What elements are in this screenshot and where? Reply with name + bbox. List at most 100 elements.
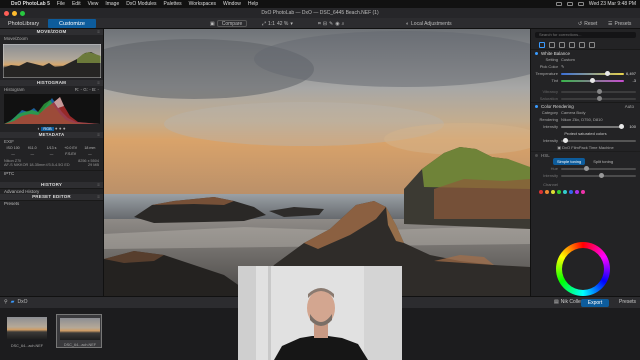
- simple-toning-button[interactable]: Simple toning: [553, 158, 586, 165]
- toolbar-presets-button[interactable]: ☰ Presets: [608, 20, 631, 27]
- filmstrip-thumb[interactable]: DSC_64...ach.NEF: [4, 314, 50, 348]
- intensity-slider-knob[interactable]: [618, 124, 624, 129]
- tint-value[interactable]: -3: [624, 78, 636, 83]
- channel-g-icon[interactable]: ●: [59, 126, 62, 131]
- menu-edit[interactable]: Edit: [72, 1, 81, 7]
- color-palette-icon[interactable]: [549, 42, 555, 48]
- color-wheel[interactable]: [556, 242, 610, 296]
- panel-menu-icon[interactable]: ≡: [97, 29, 100, 35]
- tint-slider[interactable]: [561, 78, 624, 83]
- temperature-slider[interactable]: [561, 71, 624, 76]
- panel-menu-icon[interactable]: ≡: [97, 132, 100, 138]
- menu-window[interactable]: Window: [223, 1, 241, 7]
- compare-button[interactable]: ▣ Compare: [210, 20, 248, 27]
- yellow-channel-swatch[interactable]: [551, 190, 555, 194]
- favorites-palette-icon[interactable]: [589, 42, 595, 48]
- metadata-header[interactable]: METADATA ≡: [0, 132, 103, 138]
- presets-item[interactable]: Presets: [0, 200, 103, 206]
- menu-workspaces[interactable]: Workspaces: [189, 1, 216, 7]
- white-balance-header[interactable]: White Balance: [531, 49, 640, 56]
- temperature-slider-knob[interactable]: [605, 71, 611, 76]
- protect-intensity-slider-knob[interactable]: [562, 138, 568, 143]
- preset-editor-header[interactable]: PRESET EDITOR ≡: [0, 194, 103, 200]
- iptc-section[interactable]: IPTC: [0, 170, 103, 176]
- vibrancy-slider-knob[interactable]: [597, 89, 602, 94]
- toning-intensity-slider-knob[interactable]: [598, 173, 604, 178]
- eyedropper-icon[interactable]: ✎: [561, 64, 564, 69]
- menu-palettes[interactable]: Palettes: [164, 1, 182, 7]
- toning-intensity-slider[interactable]: [561, 173, 636, 178]
- bottom-presets-button[interactable]: Presets: [619, 299, 636, 305]
- channel-r-icon[interactable]: ●: [55, 126, 58, 131]
- menu-app-name[interactable]: DxO PhotoLab 5: [11, 1, 50, 7]
- wb-setting-dropdown[interactable]: Custom: [561, 57, 575, 62]
- panel-menu-icon[interactable]: ≡: [97, 182, 100, 188]
- zoom-one-icon[interactable]: 1:1: [268, 21, 275, 27]
- export-button[interactable]: Export: [581, 299, 609, 307]
- menu-file[interactable]: File: [57, 1, 65, 7]
- loupe-icon[interactable]: ⌕: [342, 21, 345, 27]
- horizon-icon[interactable]: ⊟: [323, 21, 327, 27]
- search-menubar-icon[interactable]: [577, 2, 584, 6]
- menu-help[interactable]: Help: [248, 1, 258, 7]
- menu-dxo-modules[interactable]: DxO Modules: [126, 1, 156, 7]
- hue-slider[interactable]: [561, 166, 636, 171]
- image-viewer[interactable]: [104, 29, 530, 296]
- movezoom-header[interactable]: MOVE/ZOOM ≡: [0, 29, 103, 35]
- wifi-icon[interactable]: [566, 2, 573, 6]
- channel-b-icon[interactable]: ●: [63, 126, 66, 131]
- enabled-dot-icon[interactable]: [535, 104, 538, 108]
- tab-customize[interactable]: Customize: [48, 19, 96, 28]
- cyan-channel-swatch[interactable]: [563, 190, 567, 194]
- temperature-value[interactable]: 6,497: [624, 71, 636, 76]
- navigator-thumbnail[interactable]: [2, 43, 102, 79]
- hsl-header[interactable]: HSL: [531, 151, 640, 158]
- channel-lum-icon[interactable]: ◐: [37, 126, 40, 131]
- intensity-slider[interactable]: [561, 124, 624, 129]
- geometry-palette-icon[interactable]: [569, 42, 575, 48]
- folder-path[interactable]: ⚲ ▰ DxO: [4, 299, 28, 305]
- detail-palette-icon[interactable]: [559, 42, 565, 48]
- saturation-slider-knob[interactable]: [597, 96, 602, 101]
- rendering-dropdown[interactable]: Nikon Z6x, D750, D810: [561, 117, 603, 122]
- disabled-dot-icon[interactable]: [535, 153, 538, 157]
- panel-menu-icon[interactable]: ≡: [97, 80, 100, 86]
- light-palette-icon[interactable]: [539, 42, 545, 48]
- watermark-palette-icon[interactable]: [579, 42, 585, 48]
- exif-label[interactable]: EXIF: [0, 138, 103, 145]
- local-adjustments-button[interactable]: ◐ Local Adjustments: [406, 20, 452, 27]
- zoom-value[interactable]: 42 %: [277, 21, 288, 27]
- panel-menu-icon[interactable]: ≡: [97, 194, 100, 200]
- enabled-dot-icon[interactable]: [535, 51, 538, 55]
- crop-icon[interactable]: ⌗: [318, 21, 321, 27]
- intensity-value[interactable]: 100: [624, 124, 636, 129]
- color-rendering-header[interactable]: Color Rendering Auto: [531, 102, 640, 109]
- histogram-header[interactable]: HISTOGRAM ≡: [0, 80, 103, 86]
- corrections-search-input[interactable]: Search for corrections...: [535, 32, 636, 38]
- zoom-fit-icon[interactable]: ⤢: [262, 21, 266, 27]
- red-channel-swatch[interactable]: [539, 190, 543, 194]
- purple-channel-swatch[interactable]: [575, 190, 579, 194]
- vibrancy-slider[interactable]: [561, 89, 636, 94]
- reset-button[interactable]: ↺ Reset: [578, 20, 597, 27]
- hue-slider-knob[interactable]: [583, 166, 589, 171]
- saturation-slider[interactable]: [561, 96, 636, 101]
- filmstrip-thumb-selected[interactable]: DSC_64...ach.NEF: [56, 314, 102, 348]
- category-dropdown[interactable]: Camera Body: [561, 110, 585, 115]
- tint-slider-knob[interactable]: [589, 78, 595, 83]
- green-channel-swatch[interactable]: [557, 190, 561, 194]
- histogram-mode-rgb[interactable]: RGB: [41, 127, 54, 131]
- zoom-control[interactable]: ⤢ 1:1 42 % ▾: [262, 20, 293, 27]
- filter-icon[interactable]: ⚲: [4, 299, 8, 305]
- menu-image[interactable]: Image: [105, 1, 119, 7]
- menubar-clock[interactable]: Wed 23 Mar 9:48 PM: [589, 1, 636, 7]
- filmpack-row[interactable]: ▣ DxO FilmPack Time Machine: [531, 144, 640, 151]
- magenta-channel-swatch[interactable]: [581, 190, 585, 194]
- color-rendering-auto[interactable]: Auto: [625, 104, 634, 109]
- protect-saturated-row[interactable]: Protect saturated colors: [531, 130, 640, 137]
- history-header[interactable]: HISTORY ≡: [0, 182, 103, 188]
- protect-intensity-slider[interactable]: [561, 138, 636, 143]
- menu-view[interactable]: View: [88, 1, 99, 7]
- folder-name[interactable]: DxO: [18, 299, 28, 305]
- blue-channel-swatch[interactable]: [569, 190, 573, 194]
